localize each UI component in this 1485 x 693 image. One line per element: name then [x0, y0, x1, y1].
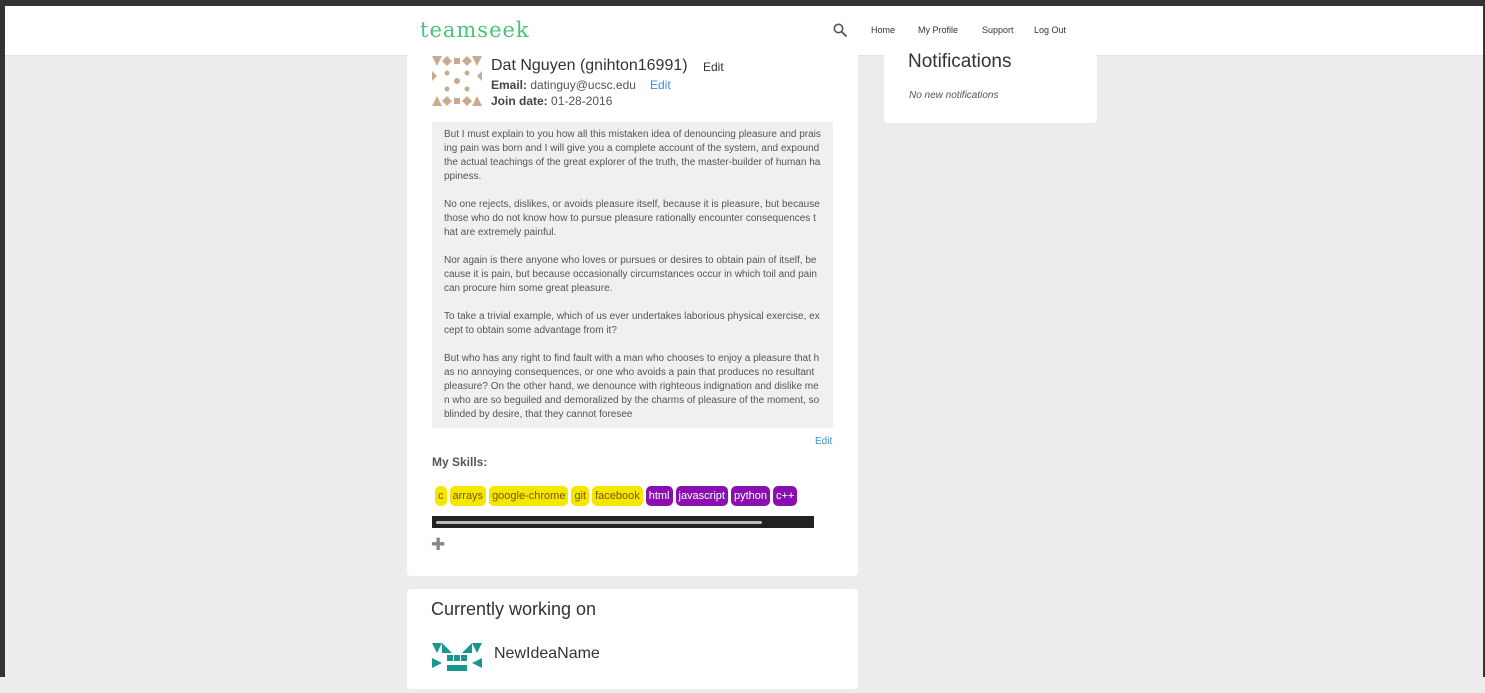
edit-email-button[interactable]: Edit — [650, 78, 671, 92]
skill-tag[interactable]: html — [645, 486, 673, 506]
email-label: Email: — [491, 78, 528, 92]
nav-link-my-profile[interactable]: My Profile — [918, 25, 958, 35]
email-value: datinguy@ucsc.edu — [530, 78, 636, 92]
skill-tag[interactable]: git — [571, 486, 590, 506]
bio-paragraph: Nor again is there anyone who loves or p… — [444, 255, 817, 294]
bio-paragraph: To take a trivial example, which of us e… — [444, 311, 820, 336]
scrollbar-thumb[interactable] — [436, 521, 762, 524]
join-date-label: Join date: — [491, 94, 548, 108]
notifications-title: Notifications — [908, 51, 1012, 72]
join-date-value: 01-28-2016 — [551, 94, 613, 108]
window-frame-left — [0, 0, 5, 677]
profile-name: Dat Nguyen (gnihton16991) — [491, 57, 688, 74]
skills-title: My Skills: — [432, 455, 488, 469]
skill-tag[interactable]: c — [435, 486, 447, 506]
join-date-row: Join date: 01-28-2016 — [491, 94, 612, 108]
section-title: Currently working on — [431, 599, 597, 619]
notifications-empty-text: No new notifications — [909, 90, 999, 101]
skill-tag[interactable]: c++ — [773, 486, 798, 506]
edit-bio-button[interactable]: Edit — [815, 436, 832, 447]
bio-paragraph: But who has any right to find fault with… — [444, 353, 820, 420]
skill-tag[interactable]: google-chrome — [489, 486, 569, 506]
project-name[interactable]: NewIdeaName — [494, 645, 600, 663]
brand-logo[interactable]: teamseek — [420, 18, 530, 42]
skill-tag[interactable]: facebook — [592, 486, 643, 506]
skill-tag[interactable]: javascript — [675, 486, 728, 506]
email-row: Email: datinguy@ucsc.edu — [491, 78, 636, 92]
bio-text: But I must explain to you how all this m… — [432, 122, 833, 428]
skills-scrollbar[interactable] — [432, 516, 814, 528]
plus-icon[interactable]: ✚ — [431, 535, 445, 555]
nav-link-log-out[interactable]: Log Out — [1034, 25, 1066, 35]
profile-avatar — [432, 56, 482, 106]
skill-tag[interactable]: python — [730, 486, 770, 506]
project-avatar[interactable] — [432, 643, 482, 693]
nav-link-support[interactable]: Support — [982, 25, 1014, 35]
edit-name-button[interactable]: Edit — [703, 60, 724, 74]
bio-paragraph: No one rejects, dislikes, or avoids plea… — [444, 199, 820, 238]
nav-link-home[interactable]: Home — [871, 25, 895, 35]
skill-tag[interactable]: arrays — [449, 486, 487, 506]
skills-list[interactable]: c arrays google-chrome git facebook html javas… — [432, 486, 814, 512]
search-icon[interactable] — [833, 23, 847, 37]
bio-paragraph: But I must explain to you how all this m… — [444, 129, 821, 182]
